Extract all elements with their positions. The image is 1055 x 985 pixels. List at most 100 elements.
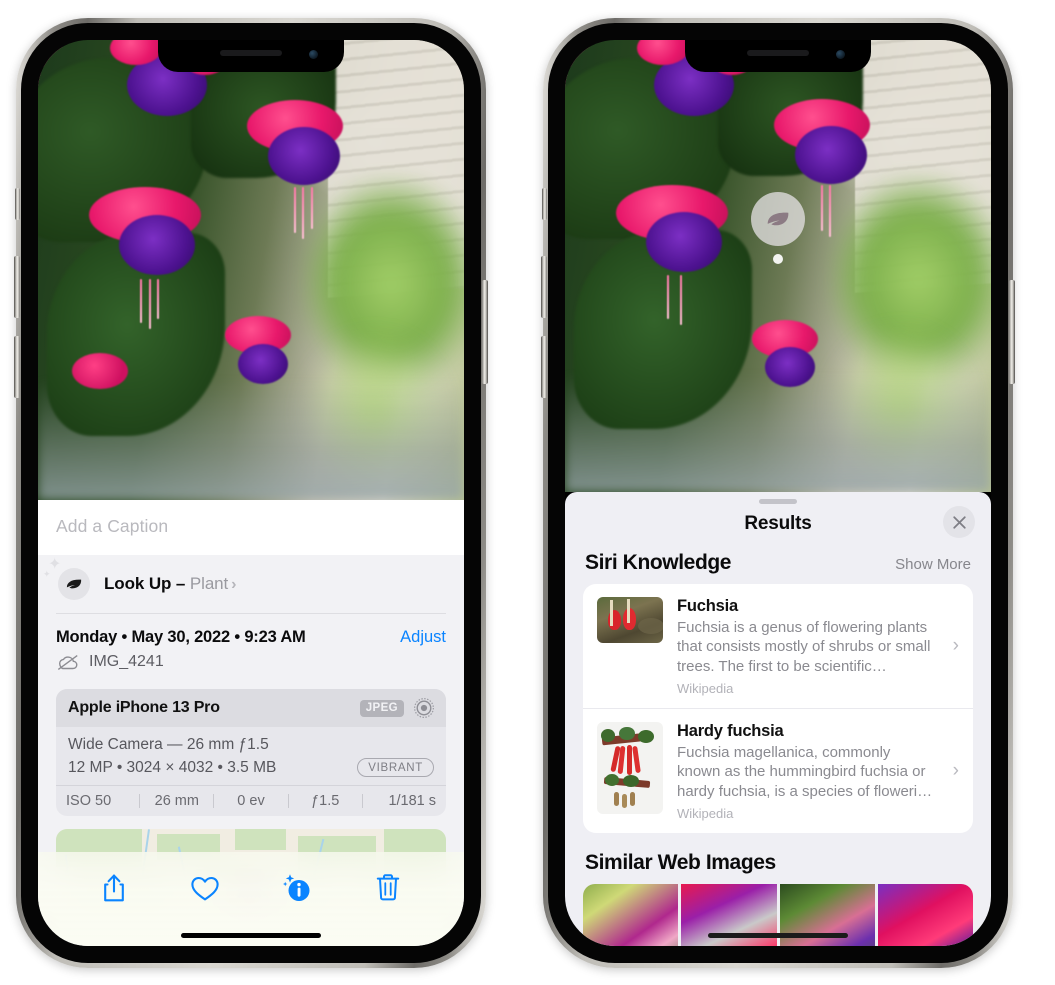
exif-header: Apple iPhone 13 Pro JPEG [56, 689, 446, 727]
knowledge-thumbnail [597, 597, 663, 643]
flower-stamen [302, 187, 305, 240]
knowledge-source: Wikipedia [677, 681, 734, 697]
notch [685, 40, 871, 72]
show-more-button[interactable]: Show More [895, 556, 971, 573]
mute-switch[interactable] [542, 188, 547, 220]
knowledge-title: Fuchsia [677, 597, 738, 615]
flower-stamen [829, 184, 832, 237]
flower [268, 127, 341, 186]
photo-toolbar [38, 852, 464, 946]
chevron-right-icon: › [231, 576, 237, 593]
notch [158, 40, 344, 72]
results-sheet: Results Siri Knowledge Show More Fuchsia… [565, 492, 991, 946]
flower-stamen [148, 279, 151, 330]
screen-right: Results Siri Knowledge Show More Fuchsia… [565, 40, 991, 946]
speaker-slot [220, 50, 282, 56]
web-image-thumbnail[interactable] [877, 884, 973, 946]
knowledge-body: Fuchsia Fuchsia is a genus of flowering … [677, 597, 959, 696]
cloud-slash-icon [57, 654, 78, 670]
sparkle-icon-small: ✦ [43, 569, 51, 579]
speaker-slot [747, 50, 809, 56]
flower-stamen [667, 275, 670, 320]
knowledge-source: Wikipedia [677, 806, 734, 822]
flower [645, 211, 722, 272]
share-button[interactable] [92, 866, 136, 910]
flower [72, 352, 129, 389]
flower [795, 125, 868, 184]
volume-down-button[interactable] [14, 336, 20, 398]
phone-right: Results Siri Knowledge Show More Fuchsia… [541, 18, 1015, 968]
info-sparkle-icon [282, 874, 310, 901]
flower-stamen [293, 187, 296, 234]
knowledge-item[interactable]: Hardy fuchsia Fuchsia magellanica, commo… [583, 708, 973, 833]
flower [238, 343, 289, 384]
knowledge-description: Fuchsia is a genus of flowering plants t… [677, 619, 931, 675]
flower [118, 214, 195, 275]
knowledge-item[interactable]: Fuchsia Fuchsia is a genus of flowering … [583, 584, 973, 708]
section-title: Siri Knowledge [585, 551, 732, 574]
flower-stamen [820, 184, 823, 231]
look-up-label: Look Up – Plant › [104, 574, 237, 593]
mute-switch[interactable] [15, 188, 20, 220]
leaf-glyph [66, 579, 82, 589]
format-badge: JPEG [359, 699, 404, 717]
visual-look-up-anchor-dot [773, 254, 783, 264]
knowledge-description: Fuchsia magellanica, commonly known as t… [677, 744, 933, 800]
caption-input[interactable]: Add a Caption [38, 500, 464, 555]
delete-button[interactable] [366, 866, 410, 910]
flower-stamen [157, 279, 160, 320]
exif-aperture: ƒ1.5 [311, 793, 340, 809]
exif-stats-row: ISO 50 26 mm 0 ev ƒ1.5 1/181 s [56, 785, 446, 816]
results-title: Results [744, 513, 812, 534]
section-title: Similar Web Images [585, 851, 776, 875]
leaf-icon [767, 212, 789, 226]
power-button[interactable] [482, 280, 488, 384]
heart-icon [191, 876, 219, 900]
chevron-right-icon: › [952, 635, 959, 657]
knowledge-body: Hardy fuchsia Fuchsia magellanica, commo… [677, 722, 959, 821]
web-image-thumbnail[interactable] [583, 884, 679, 946]
capture-date: Monday • May 30, 2022 • 9:23 AM [56, 628, 306, 646]
info-button[interactable] [275, 866, 319, 910]
visual-look-up-badge[interactable] [751, 192, 805, 246]
look-up-row[interactable]: ✦ ✦ Look Up – Plant › [38, 555, 464, 613]
siri-knowledge-card: Fuchsia Fuchsia is a genus of flowering … [583, 584, 973, 834]
lens-info: Wide Camera — 26 mm ƒ1.5 [68, 736, 269, 753]
photo-info-sheet: Add a Caption ✦ ✦ Look Up – Plant › Mond… [38, 500, 464, 946]
results-header: Results [565, 504, 991, 549]
trash-icon [377, 874, 400, 901]
screen-left: Add a Caption ✦ ✦ Look Up – Plant › Mond… [38, 40, 464, 946]
exif-body: Wide Camera — 26 mm ƒ1.5 12 MP • 3024 × … [56, 727, 446, 785]
flower-stamen [680, 275, 683, 326]
photo-viewer[interactable] [38, 40, 464, 500]
volume-up-button[interactable] [541, 256, 547, 318]
photographic-style-badge: VIBRANT [357, 758, 434, 777]
file-name: IMG_4241 [89, 653, 164, 670]
home-indicator[interactable] [708, 933, 848, 938]
aperture-icon[interactable] [413, 697, 435, 719]
exif-card: Apple iPhone 13 Pro JPEG Wide Camera — 2… [56, 689, 446, 816]
phone-left: Add a Caption ✦ ✦ Look Up – Plant › Mond… [14, 18, 488, 968]
leaf-icon: ✦ ✦ [43, 557, 90, 600]
flower-stamen [310, 187, 313, 230]
adjust-button[interactable]: Adjust [400, 628, 446, 647]
exif-shutter: 1/181 s [388, 793, 437, 809]
photo-viewer[interactable] [565, 40, 991, 492]
metadata-block: Monday • May 30, 2022 • 9:23 AM Adjust I… [38, 614, 464, 681]
power-button[interactable] [1009, 280, 1015, 384]
exif-focal: 26 mm [154, 793, 199, 809]
image-size-info: 12 MP • 3024 × 4032 • 3.5 MB [68, 758, 277, 776]
home-indicator[interactable] [181, 933, 321, 938]
favorite-button[interactable] [183, 866, 227, 910]
knowledge-title: Hardy fuchsia [677, 722, 784, 741]
share-icon [103, 874, 124, 902]
front-camera-icon [309, 50, 318, 59]
close-icon [952, 515, 966, 529]
exif-iso: ISO 50 [66, 793, 112, 809]
exif-ev: 0 ev [237, 793, 265, 809]
close-button[interactable] [943, 506, 975, 538]
volume-down-button[interactable] [541, 336, 547, 398]
front-camera-icon [836, 50, 845, 59]
similar-web-images-header: Similar Web Images [565, 833, 991, 884]
volume-up-button[interactable] [14, 256, 20, 318]
